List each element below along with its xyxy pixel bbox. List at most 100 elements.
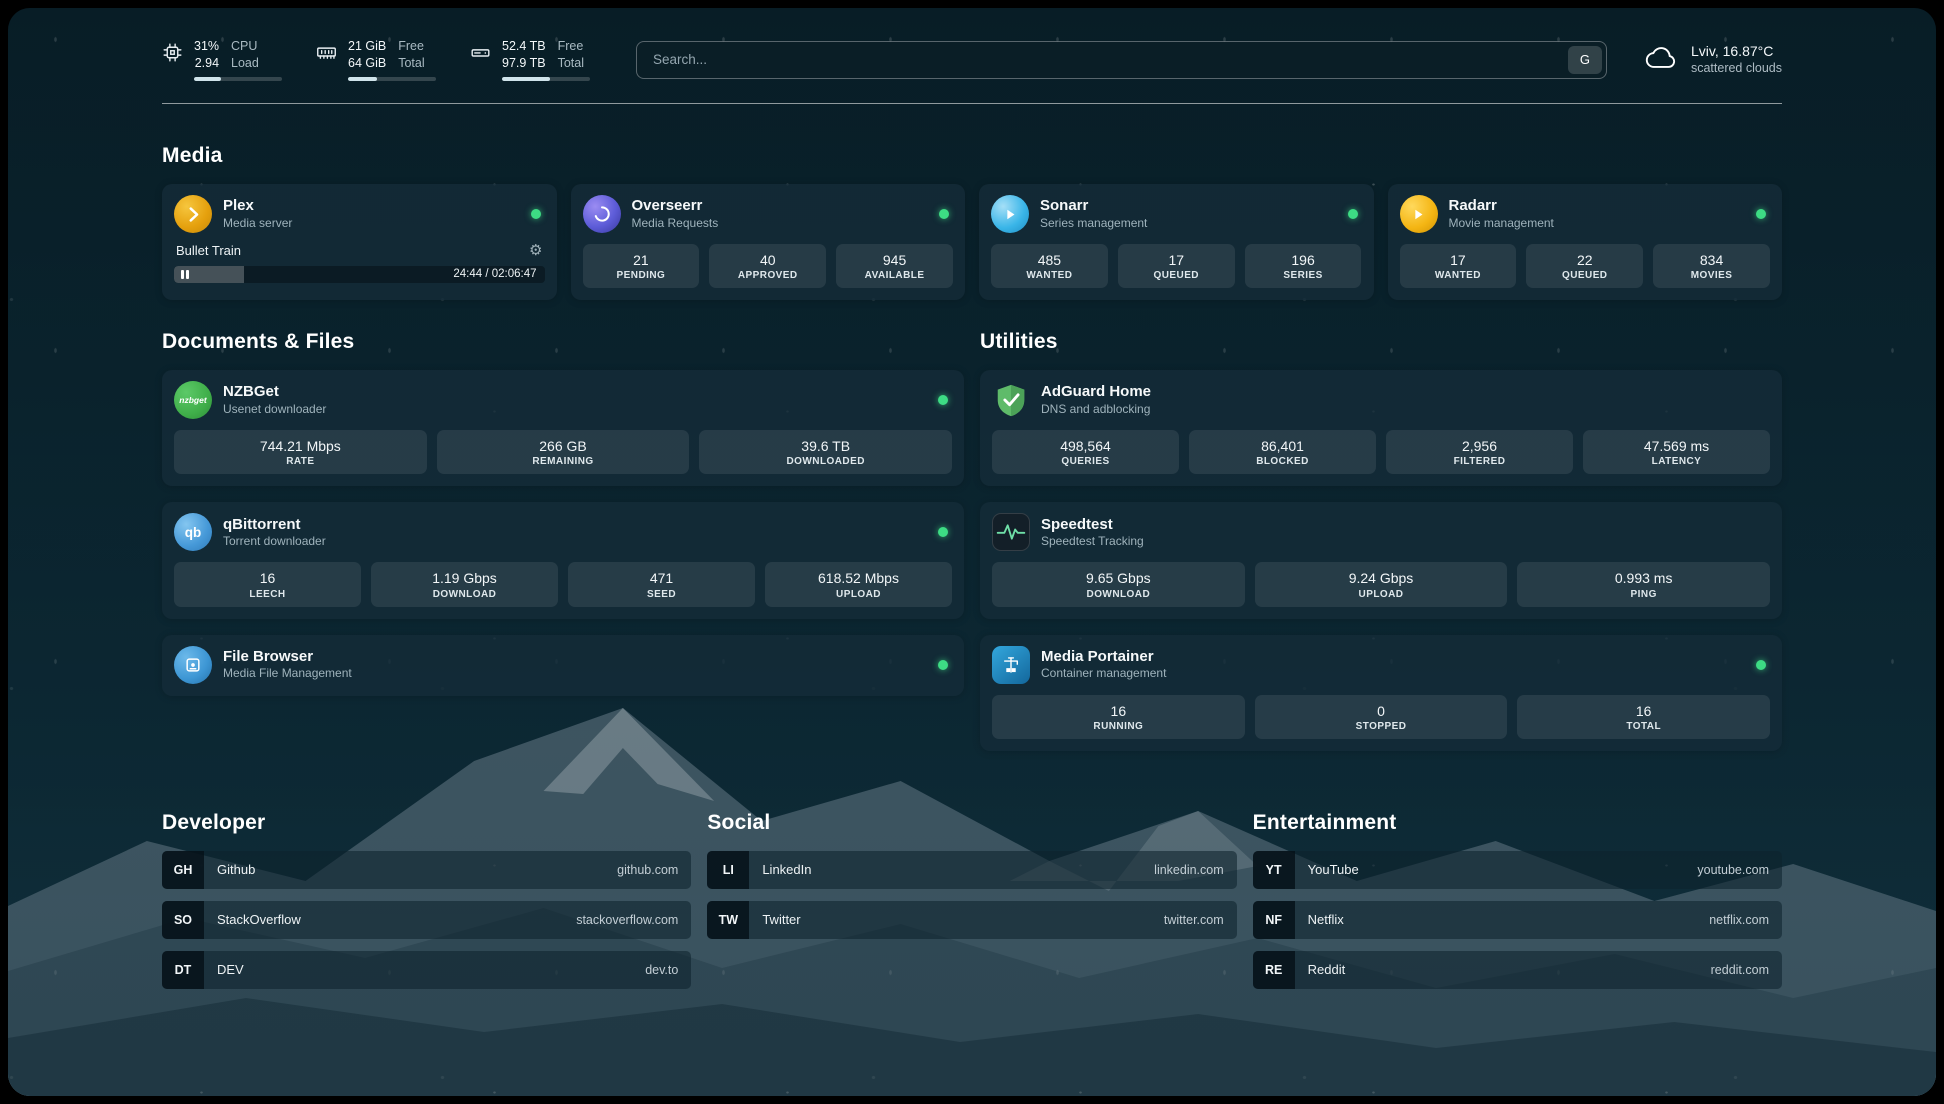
cpu-progress-fill xyxy=(194,77,221,81)
radarr-icon xyxy=(1400,195,1438,233)
speedtest-icon xyxy=(992,513,1030,551)
stat-latency: 47.569 ms LATENCY xyxy=(1583,430,1770,474)
stat-download: 1.19 Gbps DOWNLOAD xyxy=(371,562,558,606)
stat-wanted: 17 WANTED xyxy=(1400,244,1517,288)
disk-widget: 52.4 TB 97.9 TB Free Total xyxy=(470,38,590,81)
card-header: qb qBittorrent Torrent downloader xyxy=(174,513,952,551)
app-card-qbittorrent[interactable]: qb qBittorrent Torrent downloader 16 xyxy=(162,502,964,618)
cloud-icon xyxy=(1645,43,1679,76)
now-playing-title: Bullet Train xyxy=(176,243,241,258)
app-title: File Browser xyxy=(223,648,352,667)
memory-widget: 21 GiB 64 GiB Free Total xyxy=(316,38,436,81)
bookmark-abbr: YT xyxy=(1253,851,1295,889)
bookmarks-area: Developer GH Github github.com SO StackO… xyxy=(162,811,1782,1001)
bookmark-twitter[interactable]: TW Twitter twitter.com xyxy=(707,901,1236,939)
status-dot xyxy=(939,209,949,219)
bookmark-stackoverflow[interactable]: SO StackOverflow stackoverflow.com xyxy=(162,901,691,939)
stat-total: 16 TOTAL xyxy=(1517,695,1770,739)
app-card-plex[interactable]: Plex Media server Bullet Train ⚙ xyxy=(162,184,557,300)
memory-progress-fill xyxy=(348,77,377,81)
card-header: Media Portainer Container management xyxy=(992,646,1770,684)
app-card-radarr[interactable]: Radarr Movie management 17 WANTED 2 xyxy=(1388,184,1783,300)
playback-time: 24:44 / 02:06:47 xyxy=(453,268,536,280)
bookmark-linkedin[interactable]: LI LinkedIn linkedin.com xyxy=(707,851,1236,889)
status-dot xyxy=(1756,660,1766,670)
search-input[interactable] xyxy=(651,51,1568,68)
weather-widget[interactable]: Lviv, 16.87°C scattered clouds xyxy=(1645,42,1782,76)
cpu-icon xyxy=(162,38,183,81)
stat-queued: 22 QUEUED xyxy=(1526,244,1643,288)
bookmark-url: twitter.com xyxy=(1164,913,1237,927)
app-title: Radarr xyxy=(1449,197,1554,216)
bookmarks-developer: Developer GH Github github.com SO StackO… xyxy=(162,811,691,1001)
app-title: AdGuard Home xyxy=(1041,383,1151,402)
section-documents: Documents & Files nzbget NZBGet Usenet d… xyxy=(162,330,964,767)
media-heading: Media xyxy=(162,144,1782,168)
stats-row: 21 PENDING 40 APPROVED 945 AVAILABLE xyxy=(583,244,954,288)
app-card-portainer[interactable]: Media Portainer Container management 16 … xyxy=(980,635,1782,751)
status-dot xyxy=(938,395,948,405)
app-card-nzbget[interactable]: nzbget NZBGet Usenet downloader 744.21 M… xyxy=(162,370,964,486)
gear-icon[interactable]: ⚙ xyxy=(529,241,542,259)
bookmark-github[interactable]: GH Github github.com xyxy=(162,851,691,889)
bookmark-abbr: LI xyxy=(707,851,749,889)
stats-row: 485 WANTED 17 QUEUED 196 SERIES xyxy=(991,244,1362,288)
weather-condition: scattered clouds xyxy=(1691,60,1782,76)
bookmark-name: Reddit xyxy=(1295,962,1346,977)
app-subtitle: DNS and adblocking xyxy=(1041,402,1151,417)
app-card-speedtest[interactable]: Speedtest Speedtest Tracking 9.65 Gbps D… xyxy=(980,502,1782,618)
app-card-overseerr[interactable]: Overseerr Media Requests 21 PENDING xyxy=(571,184,966,300)
app-title: Sonarr xyxy=(1040,197,1147,216)
search-bar: G xyxy=(636,41,1607,79)
card-header: AdGuard Home DNS and adblocking xyxy=(992,381,1770,419)
bookmark-dev[interactable]: DT DEV dev.to xyxy=(162,951,691,989)
stat-ping: 0.993 ms PING xyxy=(1517,562,1770,606)
bookmark-abbr: TW xyxy=(707,901,749,939)
app-subtitle: Series management xyxy=(1040,216,1147,231)
bookmark-name: Twitter xyxy=(749,912,800,927)
bookmarks-entertainment: Entertainment YT YouTube youtube.com NF … xyxy=(1253,811,1782,1001)
app-subtitle: Usenet downloader xyxy=(223,402,326,417)
developer-heading: Developer xyxy=(162,811,691,835)
stats-row: 498,564 QUERIES 86,401 BLOCKED 2,956 FIL… xyxy=(992,430,1770,474)
stat-queued: 17 QUEUED xyxy=(1118,244,1235,288)
bookmark-abbr: GH xyxy=(162,851,204,889)
section-utilities: Utilities Ad xyxy=(980,330,1782,767)
stat-movies: 834 MOVIES xyxy=(1653,244,1770,288)
search-provider-button[interactable]: G xyxy=(1568,46,1602,74)
bookmark-name: StackOverflow xyxy=(204,912,301,927)
disk-progress-bar xyxy=(502,77,590,81)
memory-total-label: Total xyxy=(398,55,424,72)
bookmark-url: github.com xyxy=(617,863,691,877)
plex-icon xyxy=(174,195,212,233)
pause-icon[interactable] xyxy=(181,270,189,279)
entertainment-heading: Entertainment xyxy=(1253,811,1782,835)
sonarr-icon xyxy=(991,195,1029,233)
app-card-sonarr[interactable]: Sonarr Series management 485 WANTED xyxy=(979,184,1374,300)
bookmark-name: LinkedIn xyxy=(749,862,811,877)
app-subtitle: Container management xyxy=(1041,666,1166,681)
app-card-adguard[interactable]: AdGuard Home DNS and adblocking 498,564 … xyxy=(980,370,1782,486)
app-title: Speedtest xyxy=(1041,516,1144,535)
stat-filtered: 2,956 FILTERED xyxy=(1386,430,1573,474)
app-title: NZBGet xyxy=(223,383,326,402)
cpu-widget: 31% 2.94 CPU Load xyxy=(162,38,282,81)
bookmark-name: DEV xyxy=(204,962,244,977)
bookmark-netflix[interactable]: NF Netflix netflix.com xyxy=(1253,901,1782,939)
disk-total-value: 97.9 TB xyxy=(502,55,546,72)
playback-progress-bar[interactable]: 24:44 / 02:06:47 xyxy=(174,266,545,283)
memory-icon xyxy=(316,38,337,81)
status-dot xyxy=(938,660,948,670)
stat-rate: 744.21 Mbps RATE xyxy=(174,430,427,474)
bookmark-reddit[interactable]: RE Reddit reddit.com xyxy=(1253,951,1782,989)
stats-row: 744.21 Mbps RATE 266 GB REMAINING 39.6 T… xyxy=(174,430,952,474)
app-card-filebrowser[interactable]: File Browser Media File Management xyxy=(162,635,964,696)
portainer-icon xyxy=(992,646,1030,684)
cpu-load-label: Load xyxy=(231,55,259,72)
topbar: 31% 2.94 CPU Load xyxy=(162,32,1782,81)
bookmark-youtube[interactable]: YT YouTube youtube.com xyxy=(1253,851,1782,889)
card-header: Speedtest Speedtest Tracking xyxy=(992,513,1770,551)
status-dot xyxy=(938,527,948,537)
card-header: Sonarr Series management xyxy=(991,195,1362,233)
weather-location: Lviv, 16.87°C xyxy=(1691,42,1782,60)
